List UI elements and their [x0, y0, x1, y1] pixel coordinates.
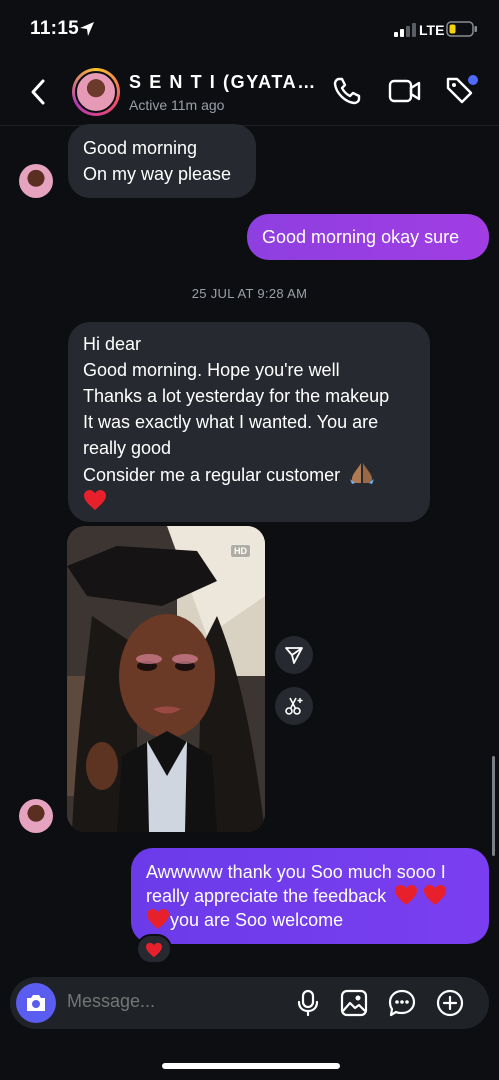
- message-line: Hi dear: [83, 334, 142, 354]
- photo-message[interactable]: HD: [67, 526, 265, 832]
- camera-icon: [27, 995, 45, 1011]
- microphone-icon[interactable]: [296, 989, 320, 1017]
- red-heart-emoji-icon: [395, 885, 418, 905]
- battery-icon: [446, 21, 477, 37]
- outgoing-message[interactable]: Good morning okay sure: [247, 214, 489, 260]
- message-line-emoji: [83, 488, 415, 514]
- outgoing-message[interactable]: Awwwww thank you Soo much sooo I really …: [131, 848, 489, 944]
- message-line: On my way please: [83, 164, 232, 184]
- date-separator: 25 JUL AT 9:28 AM: [191, 286, 308, 301]
- message-text: Good morning okay sure: [262, 227, 460, 247]
- home-indicator[interactable]: [162, 1063, 340, 1069]
- contact-name[interactable]: S E N T I (GYATABA...: [129, 72, 324, 93]
- contact-status: Active 11m ago: [129, 97, 225, 113]
- signal-icon: [394, 23, 416, 37]
- back-chevron-icon[interactable]: [30, 78, 46, 106]
- sender-avatar[interactable]: [19, 799, 53, 833]
- message-line-with-emoji: Consider me a regular customer: [83, 461, 415, 488]
- red-heart-icon: [146, 942, 162, 958]
- remix-button[interactable]: [275, 687, 313, 725]
- sticker-icon[interactable]: [388, 989, 416, 1017]
- message-line-with-emoji: really appreciate the feedback: [146, 884, 474, 908]
- message-line: Good morning. Hope you're well: [83, 360, 340, 380]
- chat-header: S E N T I (GYATABA... Active 11m ago: [0, 58, 499, 126]
- heart-reaction[interactable]: [136, 934, 172, 964]
- gallery-icon[interactable]: [340, 989, 368, 1017]
- folded-hands-emoji-icon: [350, 463, 375, 484]
- scrollbar[interactable]: [492, 756, 495, 856]
- red-heart-emoji-icon: [147, 909, 169, 929]
- send-arrow-icon: [285, 647, 303, 664]
- red-heart-emoji-icon: [424, 885, 447, 905]
- red-heart-emoji-icon: [84, 490, 106, 510]
- message-line-text: you are Soo welcome: [170, 910, 344, 930]
- incoming-message[interactable]: Good morning On my way please: [68, 124, 256, 198]
- message-line-text: really appreciate the feedback: [146, 886, 387, 906]
- message-line: Awwwww thank you Soo much sooo I: [146, 862, 446, 882]
- status-time: 11:15: [30, 18, 80, 39]
- plus-icon[interactable]: [436, 989, 464, 1017]
- sender-avatar[interactable]: [19, 164, 53, 198]
- message-line-with-emoji: you are Soo welcome: [146, 908, 474, 932]
- selfie-photo: [67, 526, 265, 832]
- incoming-message[interactable]: Hi dear Good morning. Hope you're well T…: [68, 322, 430, 522]
- hd-badge: HD: [230, 544, 251, 558]
- message-line: really good: [83, 438, 172, 458]
- tag-icon[interactable]: [444, 74, 480, 108]
- message-line: Good morning: [83, 138, 198, 158]
- video-camera-icon[interactable]: [388, 78, 422, 104]
- forward-button[interactable]: [275, 636, 313, 674]
- message-line-text: Consider me a regular customer: [83, 465, 341, 485]
- phone-icon[interactable]: [332, 76, 362, 106]
- message-composer: [10, 977, 489, 1029]
- message-line: Thanks a lot yesterday for the makeup: [83, 386, 390, 406]
- scissors-sparkle-icon: [285, 697, 303, 715]
- camera-button[interactable]: [16, 983, 56, 1023]
- location-arrow-icon: [80, 22, 94, 36]
- network-type: LTE: [419, 22, 445, 38]
- status-bar: 11:15 LTE: [0, 0, 499, 58]
- message-line: It was exactly what I wanted. You are: [83, 412, 379, 432]
- contact-avatar[interactable]: [72, 68, 120, 116]
- message-input[interactable]: [67, 991, 287, 1012]
